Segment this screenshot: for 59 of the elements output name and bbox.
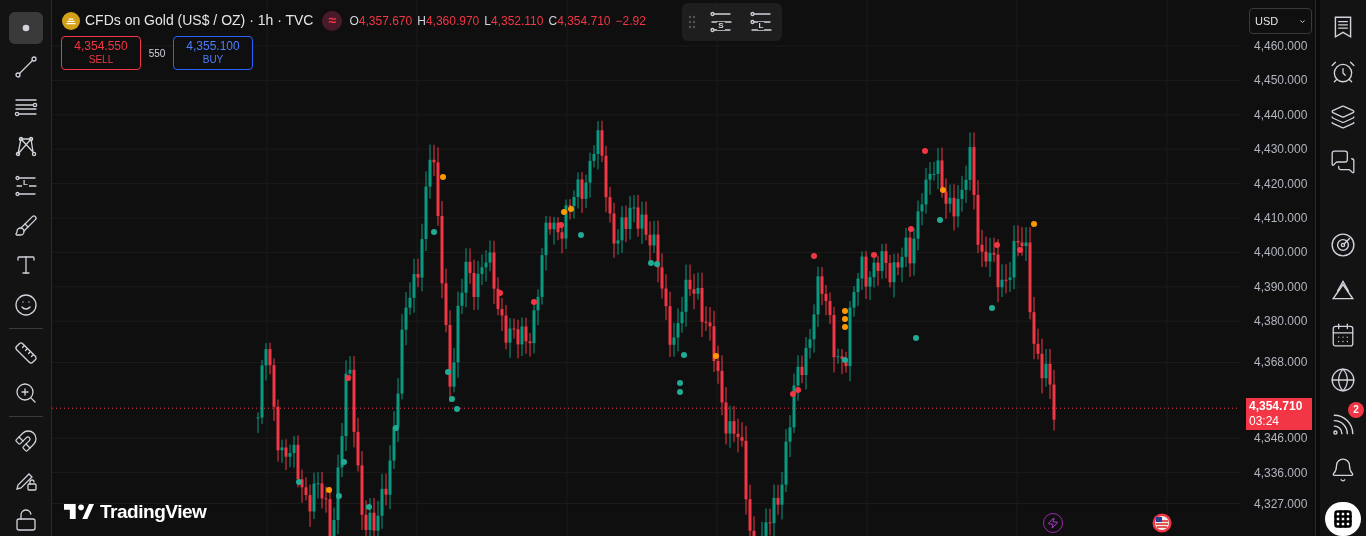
dot-cursor-icon	[21, 23, 30, 32]
price-axis-label: 4,368.000	[1254, 356, 1308, 369]
layers-icon	[1330, 104, 1356, 130]
smiley-icon	[13, 292, 38, 317]
logo-wordmark: TradingView	[100, 499, 207, 524]
price-axis-label: 4,336.000	[1254, 466, 1308, 479]
ohlc-label: H	[417, 12, 426, 30]
price-axis-label: 4,346.000	[1254, 432, 1308, 445]
price-axis-label: 4,460.000	[1254, 40, 1308, 52]
zoom-in-icon	[13, 380, 38, 405]
trend-line-icon	[13, 55, 38, 80]
drawing-tool-button[interactable]	[8, 12, 43, 44]
ohlc-value: 4,357.670	[358, 12, 413, 30]
symbol-title[interactable]: CFDs on Gold (US$ / OZ) · 1h · TVC	[85, 10, 314, 31]
price-axis-label: 4,410.000	[1254, 212, 1308, 224]
ohlc-label: C	[548, 12, 558, 30]
brush-icon	[13, 213, 38, 238]
pattern-icon	[13, 134, 38, 159]
coin-icon	[62, 11, 80, 30]
notification-badge: 2	[1348, 401, 1364, 418]
grid-icon	[1333, 508, 1353, 529]
magnet-icon	[13, 429, 38, 454]
chevron-down-icon	[1299, 17, 1306, 25]
price-axis-label: 4,390.000	[1254, 280, 1308, 293]
logo-mark-icon	[64, 504, 94, 520]
flag-marker-icon[interactable]	[1152, 513, 1172, 533]
ruler-icon	[13, 341, 38, 366]
ohlc-label: O	[349, 12, 359, 30]
price-change: −2.92	[615, 12, 646, 30]
apps-grid-button[interactable]	[1325, 501, 1361, 536]
price-axis-label: 4,327.000	[1254, 497, 1308, 510]
price-axis-label: 4,450.000	[1254, 74, 1308, 87]
globe-icon	[1330, 366, 1356, 393]
spread-value: 550	[147, 46, 167, 61]
ohlc-label: L	[484, 12, 491, 30]
calendar-icon	[1330, 321, 1356, 348]
long-position-button[interactable]: L	[746, 8, 776, 36]
alarm-clock-icon	[1330, 59, 1356, 85]
unlock-icon	[13, 508, 38, 533]
market-status-badge: ≈	[322, 10, 343, 31]
price-axis-label: 4,430.000	[1254, 143, 1308, 156]
sidebar-button[interactable]	[1328, 59, 1358, 85]
ohlc-value: 4,354.710	[557, 12, 611, 30]
target-icon	[1330, 231, 1356, 258]
short-position-button[interactable]: S	[706, 8, 736, 36]
price-axis-label: 4,440.000	[1254, 108, 1308, 121]
bar-countdown: 03:24	[1249, 414, 1281, 430]
ohlc-value: 4,360.970	[425, 12, 480, 30]
ohlc-value: 4,352.110	[490, 12, 544, 30]
bell-icon	[1330, 456, 1356, 483]
buy-button[interactable]: 4,355.100 BUY	[173, 36, 253, 70]
price-axis-label: 4,380.000	[1254, 315, 1308, 328]
sell-button[interactable]: 4,354.550 SELL	[61, 36, 141, 70]
currency-dropdown[interactable]: USD	[1249, 8, 1312, 34]
drag-handle-icon[interactable]	[688, 15, 696, 29]
chat-bubbles-icon	[1330, 149, 1356, 175]
price-axis-label: 4,400.000	[1254, 246, 1308, 259]
price-axis-label: 4,420.000	[1254, 177, 1308, 190]
last-price: 4,354.710	[1249, 399, 1304, 415]
